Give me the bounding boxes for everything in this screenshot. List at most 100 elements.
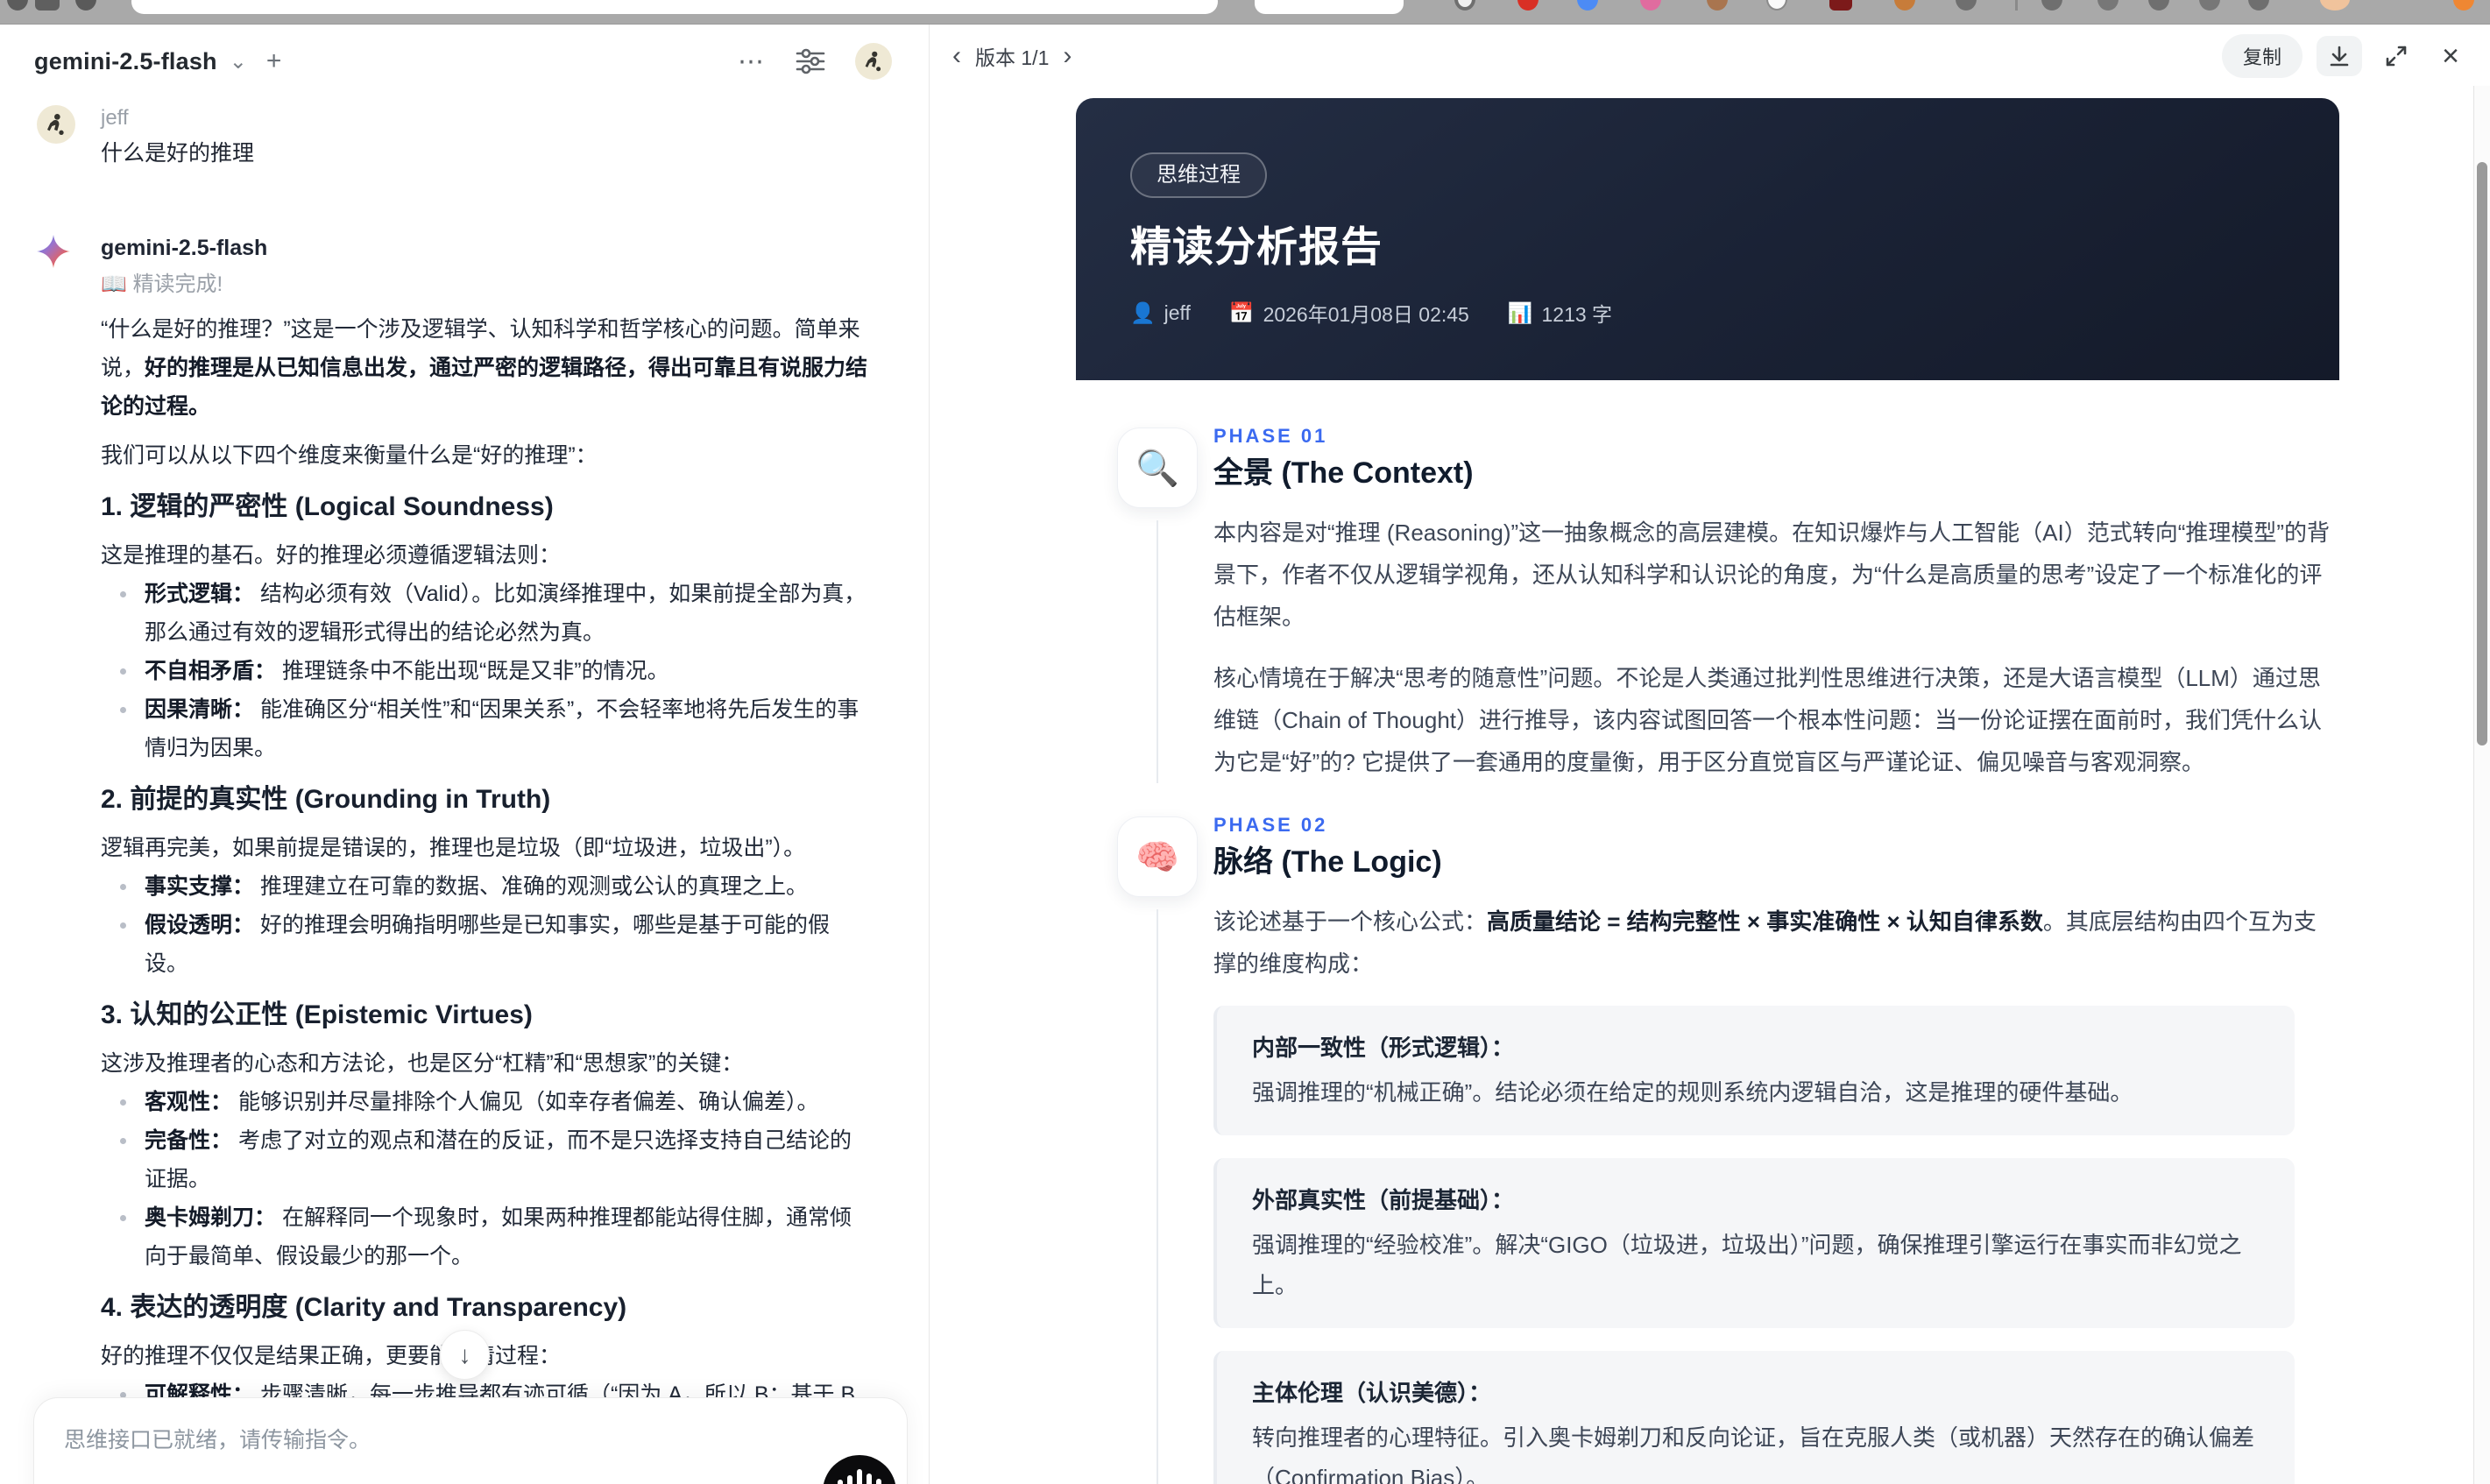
user-avatar [37,105,75,144]
waveform-bar [876,1479,881,1484]
download-icon[interactable] [2317,36,2362,76]
tune-settings-icon[interactable] [796,48,825,74]
scrollbar-track[interactable] [2473,86,2490,1484]
section-lead: 这是推理的基石。好的推理必须遵循逻辑法则： [101,543,562,568]
dimension-card: 主体伦理（认识美德）： 转向推理者的心理特征。引入奥卡姆剃刀和反向论证，旨在克服… [1213,1351,2295,1484]
tools-sparkle-icon[interactable]: ❖ [121,1479,159,1484]
artifact-toolbar: ‹ 版本 1/1 › 复制 × [930,25,2490,88]
bullet-list: 事实支撑： 推理建立在可靠的数据、准确的观测或公认的真理之上。 假设透明： 好的… [101,867,871,983]
expand-icon[interactable] [2376,36,2416,76]
phase-paragraph: 本内容是对“推理 (Reasoning)”这一抽象概念的高层建模。在知识爆炸与人… [1213,519,2331,630]
toolbar-icon[interactable] [2148,0,2169,11]
model-selector[interactable]: gemini-2.5-flash [34,48,217,75]
section-heading: 3. 认知的公正性 (Epistemic Virtues) [101,1000,533,1029]
version-next-icon[interactable]: › [1063,43,1072,69]
waveform-bar [847,1475,852,1484]
section-heading: 2. 前提的真实性 (Grounding in Truth) [101,785,551,814]
report-author: jeff [1164,300,1191,324]
profile-avatar[interactable] [2320,0,2350,11]
scroll-to-bottom-button[interactable]: ↓ [440,1330,490,1380]
waveform-bar [838,1480,843,1484]
list-item: 事实支撑： 推理建立在可靠的数据、准确的观测或公认的真理之上。 [101,867,871,906]
voice-input-button[interactable] [823,1455,896,1484]
list-item: 完备性： 考虑了对立的观点和潜在的反证，而不是只选择支持自己结论的证据。 [101,1121,871,1198]
list-item: 假设透明： 好的推理会明确指明哪些是已知事实，哪些是基于可能的假设。 [101,906,871,983]
copy-button[interactable]: 复制 [2221,34,2303,78]
extension-icon[interactable] [1766,0,1787,11]
extension-icon[interactable] [1577,0,1598,11]
assistant-name: gemini-2.5-flash [101,236,268,260]
bullet-list: 客观性： 能够识别并尽量排除个人偏见（如幸存者偏差、确认偏差）。 完备性： 考虑… [101,1083,871,1276]
browser-grid-icon[interactable] [35,0,60,11]
list-item: 因果清晰： 能准确区分“相关性”和“因果关系”，不会轻率地将先后发生的事情归为因… [101,690,871,767]
phase-label: PHASE 01 [1213,425,1328,447]
book-icon: 📖 [101,272,127,296]
extension-icon[interactable] [2453,0,2474,11]
message-composer: ❖ [33,1397,908,1484]
new-chat-button[interactable]: + [266,46,282,76]
chat-header: gemini-2.5-flash ⌄ + ⋯ [0,25,929,82]
more-menu-icon[interactable]: ⋯ [738,46,766,77]
message-input[interactable] [64,1421,784,1459]
assistant-status: 📖 精读完成! [101,272,223,296]
assistant-paragraph: 我们可以从以下四个维度来衡量什么是“好的推理”： [101,443,598,468]
scrollbar-thumb[interactable] [2477,162,2487,746]
extension-icon[interactable] [1829,0,1852,11]
waveform-bar [857,1469,862,1484]
version-prev-icon[interactable]: ‹ [952,43,961,69]
assistant-message: gemini-2.5-flash 📖 精读完成! “什么是好的推理？”这是一个涉… [37,233,871,1424]
section-heading: 4. 表达的透明度 (Clarity and Transparency) [101,1293,627,1322]
toolbar-icon[interactable] [2097,0,2119,11]
bookmark-icon[interactable] [172,1479,210,1484]
user-avatar[interactable] [855,43,892,80]
user-message-text: 什么是好的推理 [101,141,255,166]
toolbar-divider [2015,0,2018,11]
close-icon[interactable]: × [2430,36,2471,76]
report-date: 2026年01月08日 02:45 [1263,303,1469,326]
dimension-card: 外部真实性（前提基础）： 强调推理的“经验校准”。解决“GIGO（垃圾进，垃圾出… [1213,1158,2295,1328]
extension-icon[interactable] [1707,0,1728,11]
timeline-connector [1157,909,1158,1484]
author-icon: 👤 [1130,300,1156,324]
bullet-list: 形式逻辑： 结构必须有效（Valid）。比如演绎推理中，如果前提全部为真，那么通… [101,575,871,767]
wordcount-icon: 📊 [1507,300,1533,324]
section-heading: 1. 逻辑的严密性 (Logical Soundness) [101,492,554,521]
extension-icon[interactable] [1517,0,1539,11]
user-message: jeff 什么是好的推理 [37,105,871,170]
browser-menu-icon[interactable] [75,0,96,11]
list-item: 客观性： 能够识别并尽量排除个人偏见（如幸存者偏差、确认偏差）。 [101,1083,871,1121]
phase-title: 全景 (The Context) [1213,456,1474,490]
phase-paragraph: 核心情境在于解决“思考的随意性”问题。不论是人类通过批判性思维进行决策，还是大语… [1213,665,2323,775]
artifact-panel: ‹ 版本 1/1 › 复制 × 思维过程 精读分析报告 👤 jeff 📅 202… [930,25,2490,1484]
report-header-card: 思维过程 精读分析报告 👤 jeff 📅 2026年01月08日 02:45 📊… [1076,98,2339,380]
browser-back-icon[interactable] [7,0,28,11]
app-window: gemini-2.5-flash ⌄ + ⋯ jeff 什么是好的推理 gemi… [0,0,2490,1484]
extension-icon[interactable] [1454,0,1475,11]
toolbar-icon[interactable] [2248,0,2269,11]
user-name: jeff [101,106,129,130]
version-label: 版本 1/1 [975,46,1050,69]
attach-plus-icon[interactable] [57,1479,95,1484]
extension-icon[interactable] [1640,0,1661,11]
chevron-down-icon[interactable]: ⌄ [230,49,247,74]
address-bar[interactable] [131,0,1218,14]
extension-icon[interactable] [1894,0,1915,11]
toolbar-icon[interactable] [1956,0,1977,11]
magnifier-icon: 🔍 [1117,428,1198,508]
phase-title: 脉络 (The Logic) [1213,845,1442,879]
chat-panel: gemini-2.5-flash ⌄ + ⋯ jeff 什么是好的推理 gemi… [0,25,930,1484]
timeline-connector [1157,520,1158,783]
assistant-paragraph: “什么是好的推理？”这是一个涉及逻辑学、认知科学和哲学核心的问题。简单来说，好的… [101,317,868,419]
phase-label: PHASE 02 [1213,814,1328,836]
chat-scroll-area[interactable]: jeff 什么是好的推理 gemini-2.5-flash 📖 精读完成! “什… [0,82,929,1484]
list-item: 奥卡姆剃刀： 在解释同一个现象时，如果两种推理都能站得住脚，通常倾向于最简单、假… [101,1198,871,1276]
phase-section-2: 🧠 PHASE 02 脉络 (The Logic) 该论述基于一个核心公式：高质… [1076,813,2339,1484]
secondary-tab[interactable] [1255,0,1404,14]
report-meta: 👤 jeff 📅 2026年01月08日 02:45 📊 1213 字 [1130,298,2285,328]
section-lead: 逻辑再完美，如果前提是错误的，推理也是垃圾（即“垃圾进，垃圾出”）。 [101,836,806,860]
toolbar-icon[interactable] [2199,0,2220,11]
phase-section-1: 🔍 PHASE 01 全景 (The Context) 本内容是对“推理 (Re… [1076,424,2339,783]
browser-toolbar [0,0,2490,25]
toolbar-icon[interactable] [2041,0,2062,11]
list-item: 形式逻辑： 结构必须有效（Valid）。比如演绎推理中，如果前提全部为真，那么通… [101,575,871,652]
